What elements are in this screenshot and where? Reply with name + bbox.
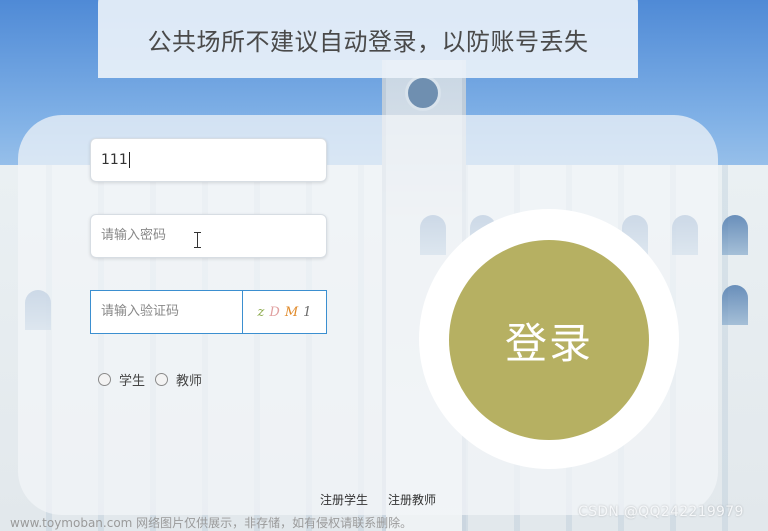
register-links: 注册学生 注册教师 <box>320 491 436 508</box>
register-student-link[interactable]: 注册学生 <box>320 491 368 508</box>
text-caret <box>128 152 130 168</box>
mouse-cursor-icon <box>194 232 203 248</box>
radio-teacher[interactable] <box>155 373 169 386</box>
background-clock <box>405 75 441 111</box>
captcha-char: D <box>269 304 280 320</box>
watermark-right: CSDN @QQ242219979 <box>578 504 744 520</box>
radio-student-label[interactable]: 学生 <box>119 370 145 389</box>
role-selector: 学生 教师 <box>98 370 212 389</box>
login-button[interactable]: 登录 <box>449 240 649 440</box>
captcha-input[interactable]: 请输入验证码 <box>91 291 243 333</box>
password-input[interactable]: 请输入密码 <box>90 214 327 258</box>
radio-student[interactable] <box>98 373 111 386</box>
watermark-left: www.toymoban.com 网络图片仅供展示，非存储，如有侵权请联系删除。 <box>10 516 413 530</box>
register-teacher-link[interactable]: 注册教师 <box>388 491 436 508</box>
username-value: 111 <box>101 152 128 168</box>
captcha-group: 请输入验证码 z D M 1 <box>90 290 327 334</box>
notice-text: 公共场所不建议自动登录，以防账号丢失 <box>147 28 589 56</box>
captcha-char: z <box>257 304 265 320</box>
username-input[interactable]: 111 <box>90 138 327 182</box>
radio-teacher-label[interactable]: 教师 <box>176 370 202 389</box>
captcha-char: M <box>284 304 299 320</box>
captcha-image[interactable]: z D M 1 <box>243 291 326 333</box>
background-window <box>722 285 748 325</box>
background-window <box>722 215 748 255</box>
captcha-char: 1 <box>303 304 312 320</box>
